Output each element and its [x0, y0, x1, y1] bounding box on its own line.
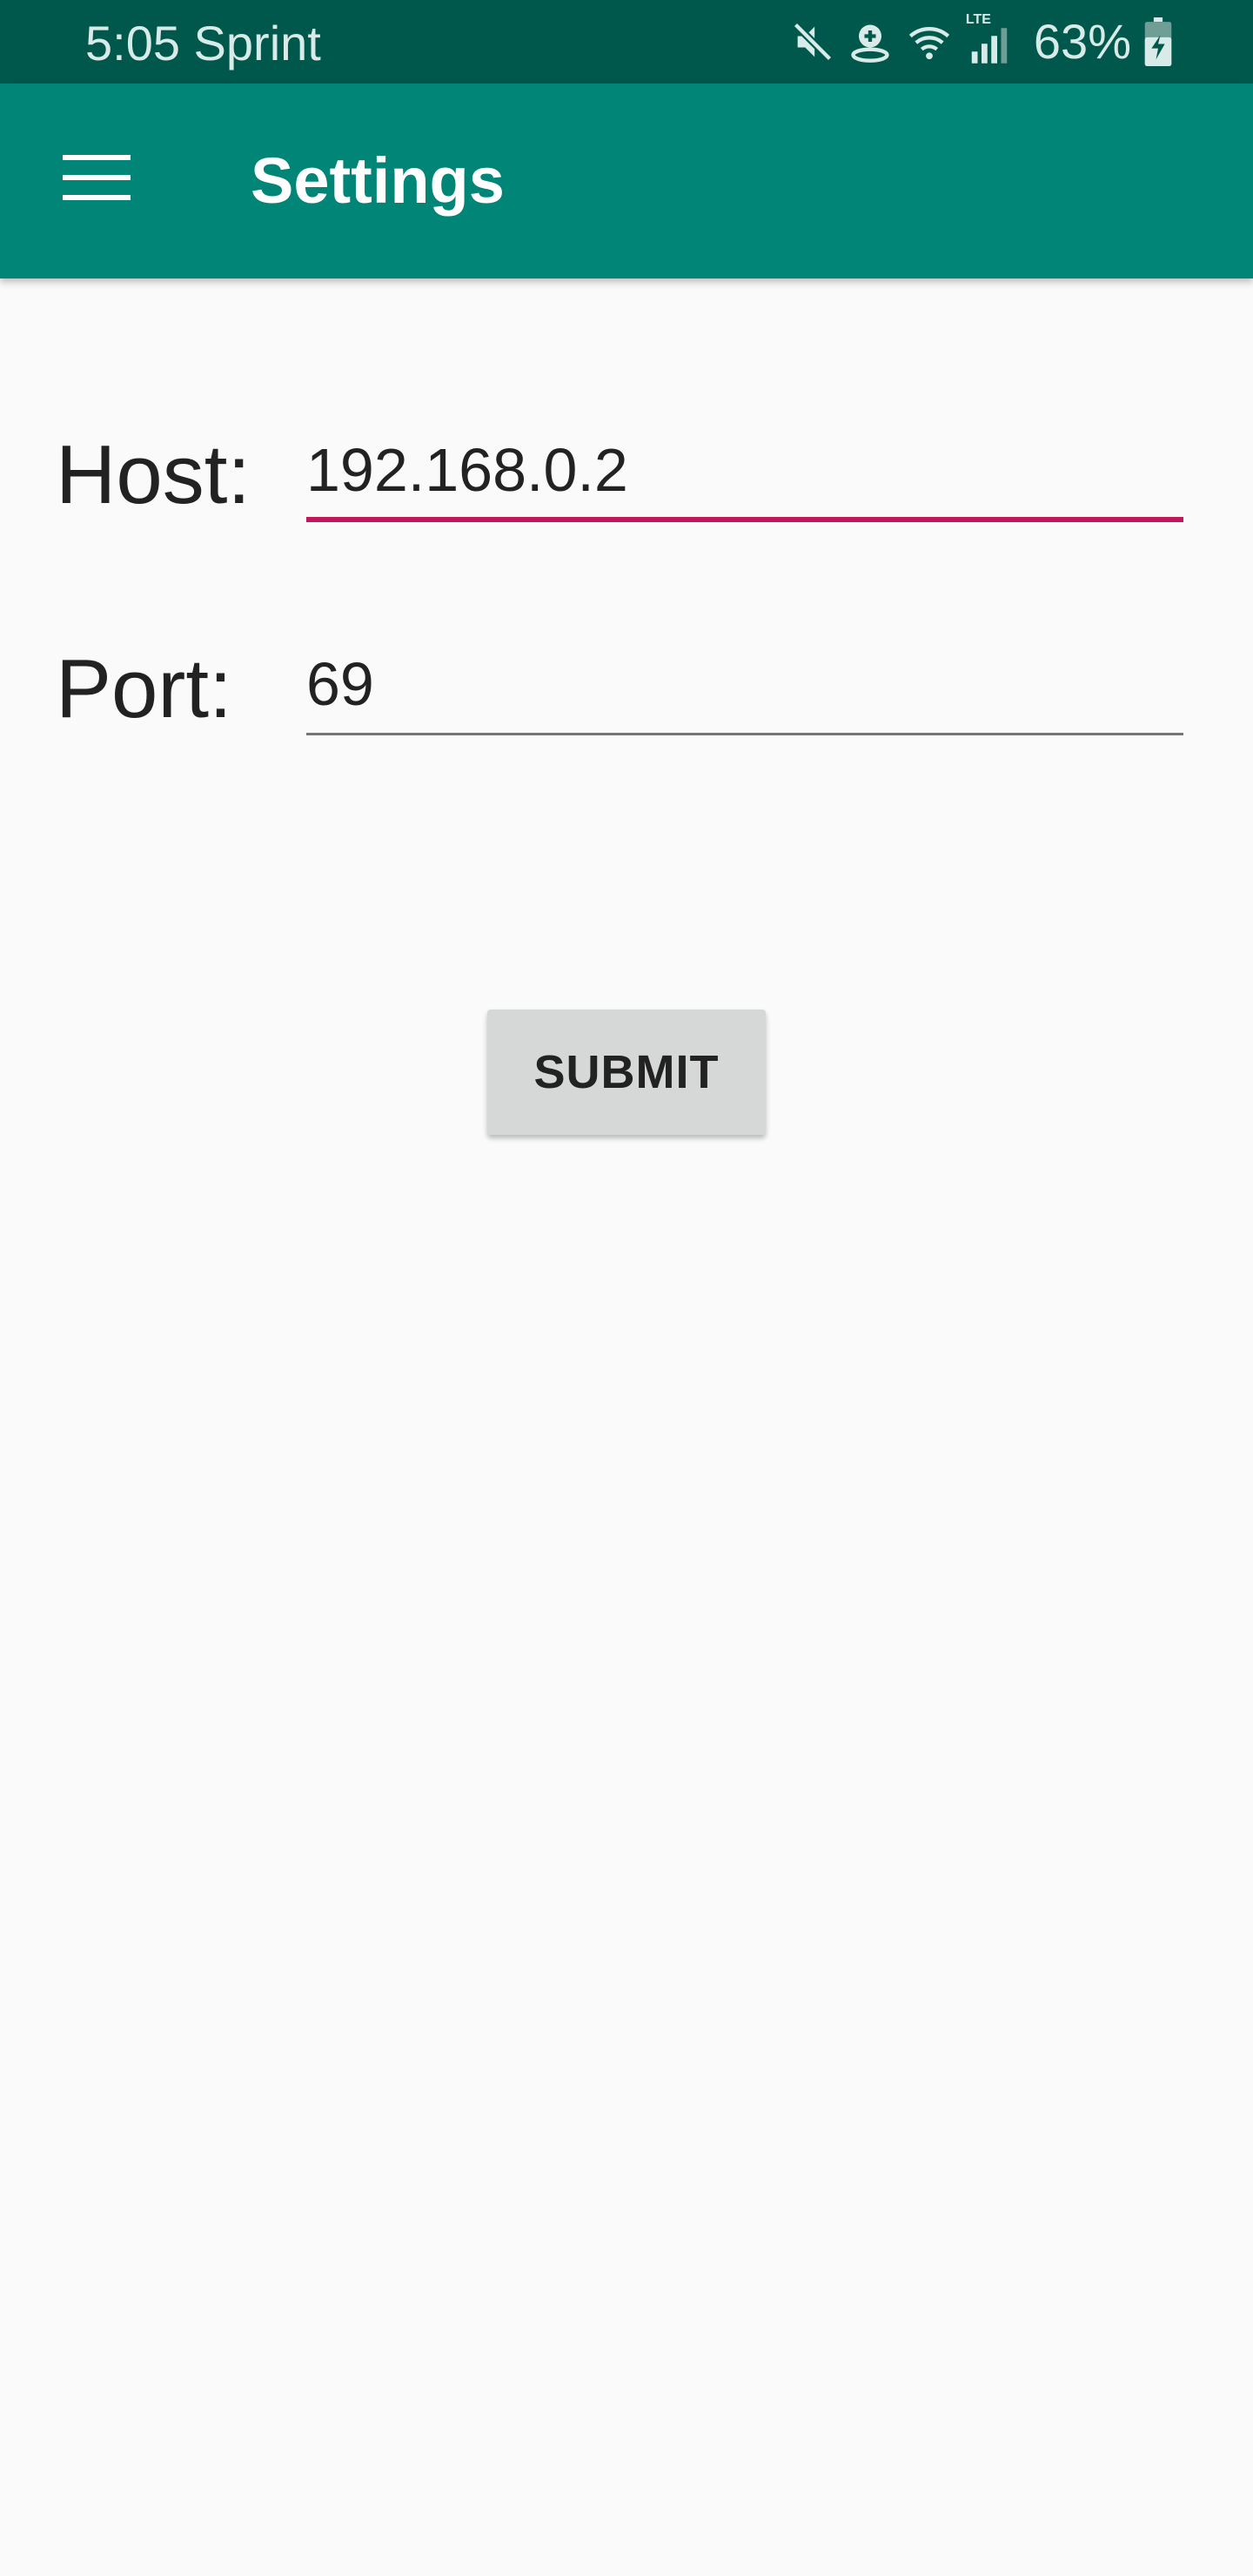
status-icons: LTE 63%: [790, 0, 1173, 84]
battery-charging-icon: [1143, 17, 1173, 66]
wifi-icon: [905, 19, 954, 64]
hamburger-menu-icon: [63, 153, 132, 206]
status-bar: 5:05 Sprint LTE 63%: [0, 0, 1253, 84]
port-label: Port:: [56, 642, 232, 735]
page-title: Settings: [251, 144, 505, 217]
host-label: Host:: [56, 428, 251, 521]
host-input[interactable]: [306, 433, 1183, 506]
menu-button[interactable]: [49, 131, 146, 228]
location-icon: [848, 19, 893, 64]
mute-icon: [790, 19, 835, 64]
port-input[interactable]: [306, 647, 1183, 721]
port-underline: [306, 733, 1183, 735]
app-bar: Settings: [0, 84, 1253, 278]
submit-button[interactable]: SUBMIT: [487, 1010, 766, 1135]
host-underline: [306, 517, 1183, 522]
status-time-carrier: 5:05 Sprint: [85, 16, 321, 70]
lte-signal-icon: LTE: [966, 12, 1013, 68]
battery-percent: 63%: [1033, 14, 1131, 69]
